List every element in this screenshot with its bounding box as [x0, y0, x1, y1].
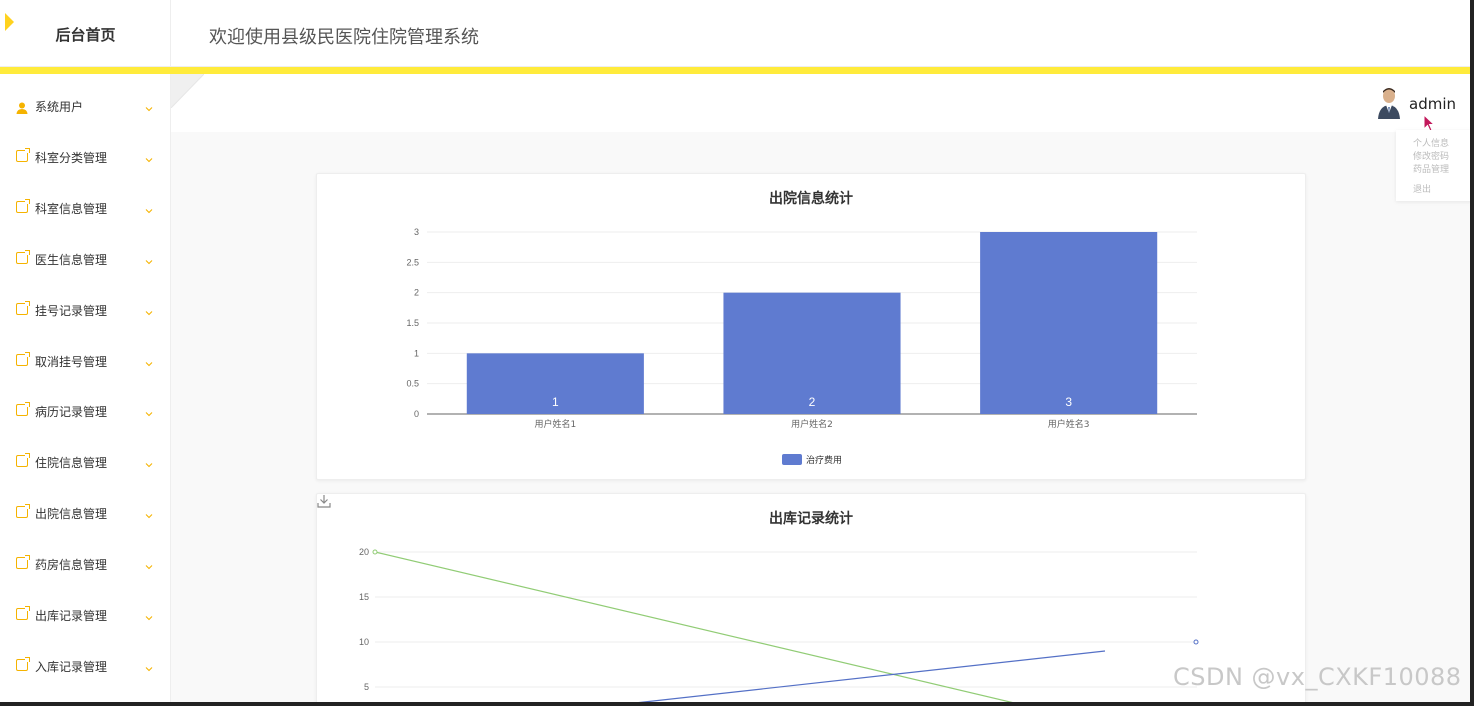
folder-icon — [16, 504, 30, 519]
bar[interactable] — [980, 232, 1158, 414]
sidebar-item-label: 出院信息管理 — [35, 507, 108, 522]
window-edge — [0, 702, 1474, 706]
sidebar-item-label: 药房信息管理 — [35, 558, 108, 573]
home-link[interactable]: 后台首页 — [0, 24, 171, 45]
sidebar-item[interactable]: 医生信息管理 — [0, 231, 171, 282]
user-icon — [16, 99, 28, 114]
menu-item-drugs[interactable]: 药品管理 — [1413, 162, 1449, 175]
folder-icon — [16, 606, 30, 620]
bar-value-label: 2 — [809, 395, 816, 409]
x-tick-label: 用户姓名1 — [534, 418, 576, 430]
avatar[interactable] — [1376, 87, 1402, 119]
folder-icon — [16, 453, 30, 468]
legend-label: 治疗费用 — [806, 454, 842, 466]
welcome-title: 欢迎使用县级民医院住院管理系统 — [209, 27, 479, 48]
username[interactable]: admin — [1409, 95, 1456, 113]
chevron-down-icon — [145, 658, 153, 672]
sidebar-item-label: 科室信息管理 — [35, 201, 108, 216]
chevron-down-icon — [145, 556, 153, 570]
sidebar-item[interactable]: 住院信息管理 — [0, 434, 171, 485]
y-tick-label: 10 — [359, 637, 369, 647]
folder-icon — [16, 656, 30, 671]
folder-icon — [16, 249, 30, 264]
y-tick-label: 3 — [414, 227, 419, 237]
sidebar-item-label: 病历记录管理 — [35, 405, 108, 420]
chevron-down-icon — [145, 149, 153, 163]
page-fold-icon — [171, 74, 204, 108]
folder-icon — [16, 147, 30, 162]
y-tick-label: 5 — [364, 682, 369, 692]
folder-icon — [16, 402, 30, 417]
y-tick-label: 15 — [359, 592, 369, 602]
outbound-stats-card: 出库记录统计 5 10 15 20 — [316, 493, 1306, 706]
sidebar-item[interactable]: 药房信息管理 — [0, 536, 171, 587]
data-point[interactable] — [1193, 639, 1199, 645]
sidebar-item-label: 取消挂号管理 — [35, 354, 108, 369]
main-content: admin 个人信息 修改密码 药品管理 退出 出院信息统计 0 0.5 1 1.5 2… — [171, 74, 1474, 706]
menu-item-profile[interactable]: 个人信息 — [1413, 136, 1449, 149]
y-tick-label: 2 — [414, 288, 419, 298]
app-frame: 后台首页 欢迎使用县级民医院住院管理系统 系统用户科室分类管理 科室信息管理 医生信… — [0, 0, 1474, 706]
sidebar-item[interactable]: 科室分类管理 — [0, 129, 171, 180]
folder-icon — [16, 198, 30, 213]
content-topbar: admin — [171, 74, 1474, 132]
folder-icon — [16, 555, 30, 570]
sidebar-item-label: 住院信息管理 — [35, 456, 108, 471]
chevron-down-icon — [145, 200, 153, 214]
menu-item-logout[interactable]: 退出 — [1413, 182, 1431, 195]
sidebar-item-label: 科室分类管理 — [35, 150, 108, 165]
bar-value-label: 1 — [552, 395, 559, 409]
accent-bar — [0, 67, 1474, 74]
sidebar: 系统用户科室分类管理 科室信息管理 医生信息管理 挂号记录管理 取消挂号管理 病历记录管理… — [0, 74, 171, 706]
series-line[interactable] — [374, 551, 1137, 706]
sidebar-item-label: 医生信息管理 — [35, 252, 108, 267]
sidebar-item-label: 挂号记录管理 — [35, 303, 108, 318]
sidebar-item[interactable]: 取消挂号管理 — [0, 333, 171, 384]
x-tick-label: 用户姓名2 — [791, 418, 833, 430]
line-chart: 5 10 15 20 — [359, 547, 1199, 706]
sidebar-item[interactable]: 挂号记录管理 — [0, 282, 171, 333]
x-tick-label: 用户姓名3 — [1048, 418, 1090, 430]
window-edge — [1470, 0, 1474, 706]
logo-area: 后台首页 — [0, 0, 171, 67]
legend-swatch[interactable] — [782, 454, 802, 465]
sidebar-item[interactable]: 出库记录管理 — [0, 587, 171, 638]
chevron-down-icon — [145, 251, 153, 264]
chevron-down-icon — [145, 454, 153, 468]
sidebar-item[interactable]: 科室信息管理 — [0, 180, 171, 231]
folder-icon — [16, 351, 30, 366]
watermark: CSDN @vx_CXKF10088 — [1173, 663, 1462, 691]
chevron-down-icon — [145, 353, 153, 366]
sidebar-item-label: 出库记录管理 — [35, 609, 108, 623]
chevron-down-icon — [145, 403, 153, 417]
y-tick-label: 0.5 — [406, 379, 419, 389]
chevron-down-icon — [145, 302, 153, 315]
menu-item-password[interactable]: 修改密码 — [1413, 149, 1449, 162]
bar-value-label: 3 — [1065, 395, 1072, 409]
data-point[interactable] — [372, 549, 378, 555]
sidebar-item[interactable]: 入库记录管理 — [0, 638, 171, 689]
chevron-down-icon — [145, 607, 153, 621]
sidebar-item[interactable]: 病历记录管理 — [0, 383, 171, 434]
user-dropdown-menu: 个人信息 修改密码 药品管理 退出 — [1396, 130, 1474, 201]
y-tick-label: 20 — [359, 547, 369, 557]
y-tick-label: 0 — [414, 409, 419, 419]
sidebar-item-label: 系统用户 — [35, 100, 84, 114]
chevron-down-icon — [145, 98, 153, 112]
sidebar-item[interactable]: 系统用户 — [0, 78, 171, 129]
bar-chart: 0 0.5 1 1.5 2 2.5 3 1 用户姓名1 2 用户姓名2 3 用户姓名3 治疗费用 — [406, 227, 1197, 466]
y-tick-label: 1 — [414, 348, 419, 358]
header: 后台首页 欢迎使用县级民医院住院管理系统 — [0, 0, 1474, 67]
folder-icon — [16, 300, 30, 315]
sidebar-item[interactable]: 出院信息管理 — [0, 485, 171, 536]
sidebar-item-label: 入库记录管理 — [35, 659, 108, 674]
discharge-stats-card: 出院信息统计 0 0.5 1 1.5 2 2.5 3 1 用户姓名1 2 用户姓名2 3 用户姓名3 治疗… — [316, 173, 1306, 480]
series-line[interactable] — [616, 650, 1106, 706]
y-tick-label: 2.5 — [406, 257, 419, 267]
chevron-down-icon — [145, 505, 153, 519]
y-tick-label: 1.5 — [406, 318, 419, 328]
